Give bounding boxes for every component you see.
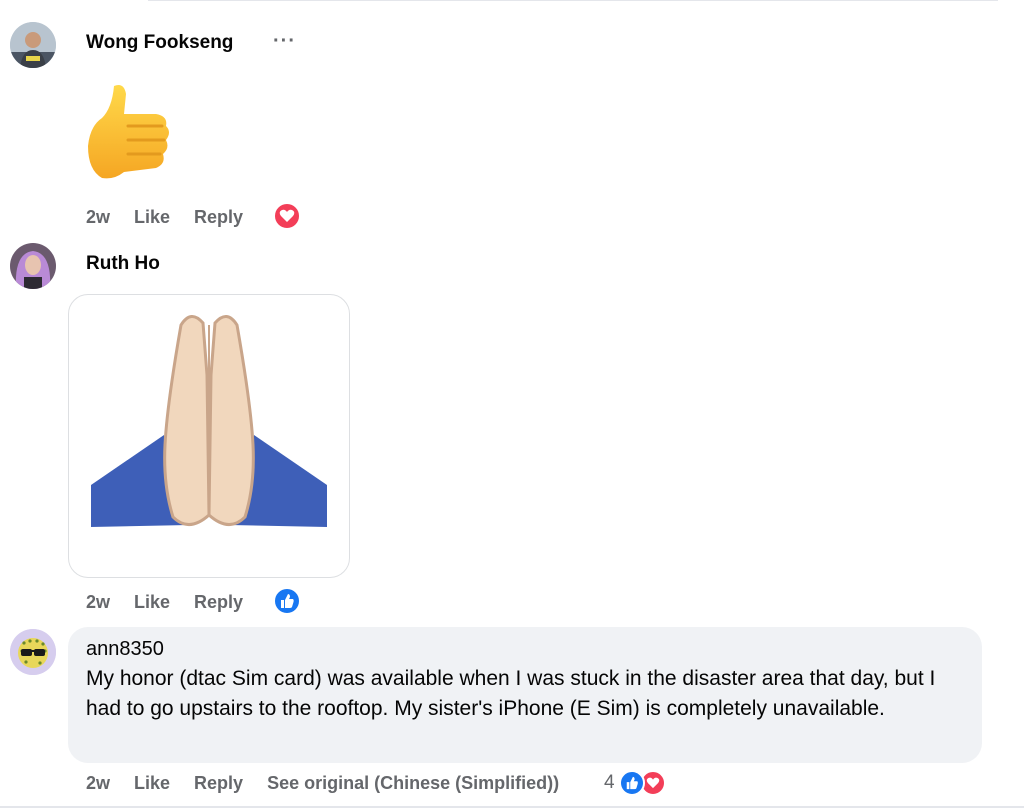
reply-button[interactable]: Reply xyxy=(194,207,243,228)
like-icon xyxy=(618,770,645,796)
like-icon[interactable] xyxy=(273,587,301,615)
love-icon[interactable] xyxy=(273,202,301,230)
comment-time[interactable]: 2w xyxy=(86,207,110,228)
thumbs-up-sticker xyxy=(84,80,174,184)
see-original-button[interactable]: See original (Chinese (Simplified)) xyxy=(267,773,559,794)
comment-actions: 2w Like Reply xyxy=(86,204,267,230)
comment-text: My honor (dtac Sim card) was available w… xyxy=(86,667,936,720)
comment-bubble: ann8350 My honor (dtac Sim card) was ava… xyxy=(68,627,982,763)
avatar[interactable] xyxy=(10,22,56,68)
comment-time[interactable]: 2w xyxy=(86,592,110,613)
reply-button[interactable]: Reply xyxy=(194,773,243,794)
like-button[interactable]: Like xyxy=(134,592,170,613)
reply-button[interactable]: Reply xyxy=(194,592,243,613)
reaction-count: 4 xyxy=(604,772,615,793)
top-divider xyxy=(148,0,998,1)
comment-author[interactable]: Wong Fookseng xyxy=(86,32,233,54)
comment-author[interactable]: ann8350 xyxy=(86,638,164,661)
comment-time[interactable]: 2w xyxy=(86,773,110,794)
reaction-summary[interactable]: 4 xyxy=(604,769,666,797)
avatar[interactable] xyxy=(10,629,56,675)
comment-actions: 2w Like Reply See original (Chinese (Sim… xyxy=(86,770,583,796)
like-button[interactable]: Like xyxy=(134,207,170,228)
comment-author[interactable]: Ruth Ho xyxy=(86,253,160,275)
sticker-container xyxy=(68,294,350,578)
folded-hands-sticker xyxy=(91,315,327,527)
more-options-button[interactable]: ··· xyxy=(273,30,296,53)
avatar[interactable] xyxy=(10,243,56,289)
comment-actions: 2w Like Reply xyxy=(86,589,267,615)
like-button[interactable]: Like xyxy=(134,773,170,794)
